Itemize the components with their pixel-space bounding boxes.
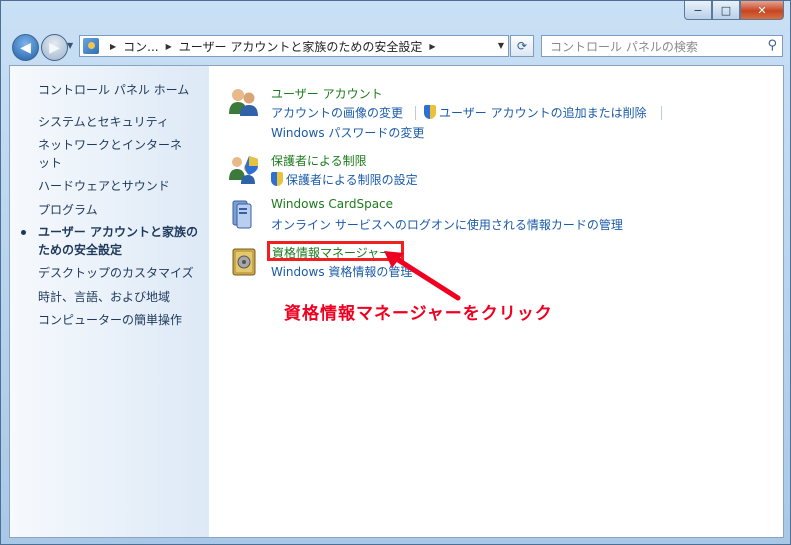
- annotation-text: 資格情報マネージャーをクリック: [284, 304, 553, 324]
- category-cardspace-title[interactable]: Windows CardSpace: [271, 197, 393, 211]
- category-user-accounts-title[interactable]: ユーザー アカウント: [271, 85, 383, 102]
- sidebar-item-home[interactable]: コントロール パネル ホーム: [38, 81, 189, 99]
- control-panel-icon: [83, 38, 99, 54]
- content-area: コントロール パネル ホーム システムとセキュリティ ネットワークとインターネ …: [9, 65, 784, 538]
- recent-pages-dropdown-icon[interactable]: ▼: [67, 41, 73, 50]
- sidebar-item-network[interactable]: ネットワークとインターネ: [38, 136, 182, 154]
- sidebar-item-appearance[interactable]: デスクトップのカスタマイズ: [38, 264, 194, 282]
- address-dropdown-icon[interactable]: ▼: [498, 41, 504, 50]
- sidebar-item-user-accounts-cont[interactable]: ための安全設定: [38, 241, 122, 259]
- breadcrumb-control-panel[interactable]: コン...: [123, 38, 158, 55]
- search-input[interactable]: コントロール パネルの検索 ⚲: [541, 35, 783, 57]
- sidebar-item-network-cont[interactable]: ット: [38, 154, 62, 172]
- sidebar-item-hardware-sound[interactable]: ハードウェアとサウンド: [38, 177, 170, 195]
- control-panel-window: − □ ✕ ◀ ▶ ▼ ▶ コン... ▶ ユーザー アカウントと家族のための安…: [0, 0, 791, 545]
- sidebar: コントロール パネル ホーム システムとセキュリティ ネットワークとインターネ …: [10, 66, 209, 537]
- link-separator: [415, 106, 416, 120]
- cardspace-icon[interactable]: [227, 198, 259, 230]
- user-accounts-icon[interactable]: [227, 86, 259, 118]
- link-change-windows-password[interactable]: Windows パスワードの変更: [271, 124, 424, 141]
- sidebar-item-user-accounts[interactable]: ユーザー アカウントと家族の: [38, 223, 198, 241]
- address-bar[interactable]: ▶ コン... ▶ ユーザー アカウントと家族のための安全設定 ▶ ▼: [79, 35, 509, 57]
- active-bullet-icon: [21, 230, 26, 235]
- sidebar-item-system-security[interactable]: システムとセキュリティ: [38, 113, 169, 131]
- title-bar: − □ ✕: [1, 1, 790, 29]
- refresh-icon[interactable]: ⟳: [510, 35, 534, 57]
- caption-buttons: − □ ✕: [684, 1, 784, 20]
- maximize-button[interactable]: □: [712, 1, 740, 20]
- back-arrow-icon[interactable]: ◀: [12, 34, 39, 61]
- uac-shield-icon: [424, 105, 436, 119]
- uac-shield-icon: [271, 172, 283, 186]
- navigation-bar: ◀ ▶ ▼ ▶ コン... ▶ ユーザー アカウントと家族のための安全設定 ▶ …: [1, 29, 790, 65]
- sidebar-item-programs[interactable]: プログラム: [38, 201, 98, 219]
- breadcrumb-separator-icon[interactable]: ▶: [166, 42, 172, 51]
- breadcrumb-user-accounts[interactable]: ユーザー アカウントと家族のための安全設定: [179, 38, 423, 55]
- main-pane: ユーザー アカウント アカウントの画像の変更 ユーザー アカウントの追加または削…: [210, 66, 783, 537]
- close-button[interactable]: ✕: [740, 1, 784, 20]
- breadcrumb-separator-icon[interactable]: ▶: [110, 42, 116, 51]
- link-add-remove-accounts[interactable]: ユーザー アカウントの追加または削除: [424, 104, 647, 121]
- search-icon[interactable]: ⚲: [767, 38, 777, 53]
- search-placeholder: コントロール パネルの検索: [550, 39, 698, 54]
- sidebar-item-ease-of-access[interactable]: コンピューターの簡単操作: [38, 311, 182, 329]
- link-manage-information-cards[interactable]: オンライン サービスへのログオンに使用される情報カードの管理: [271, 216, 623, 233]
- sidebar-item-clock-region[interactable]: 時計、言語、および地域: [38, 288, 170, 306]
- parental-controls-icon[interactable]: [227, 154, 259, 186]
- link-separator: [661, 106, 662, 120]
- credential-manager-icon[interactable]: [227, 246, 259, 278]
- category-credential-manager-title[interactable]: 資格情報マネージャー: [272, 244, 391, 261]
- category-parental-controls-title[interactable]: 保護者による制限: [271, 152, 367, 169]
- link-change-account-picture[interactable]: アカウントの画像の変更: [271, 104, 403, 121]
- minimize-button[interactable]: −: [684, 1, 712, 20]
- forward-arrow-icon[interactable]: ▶: [41, 34, 68, 61]
- breadcrumb-separator-icon[interactable]: ▶: [429, 42, 435, 51]
- link-setup-parental-controls[interactable]: 保護者による制限の設定: [271, 171, 418, 188]
